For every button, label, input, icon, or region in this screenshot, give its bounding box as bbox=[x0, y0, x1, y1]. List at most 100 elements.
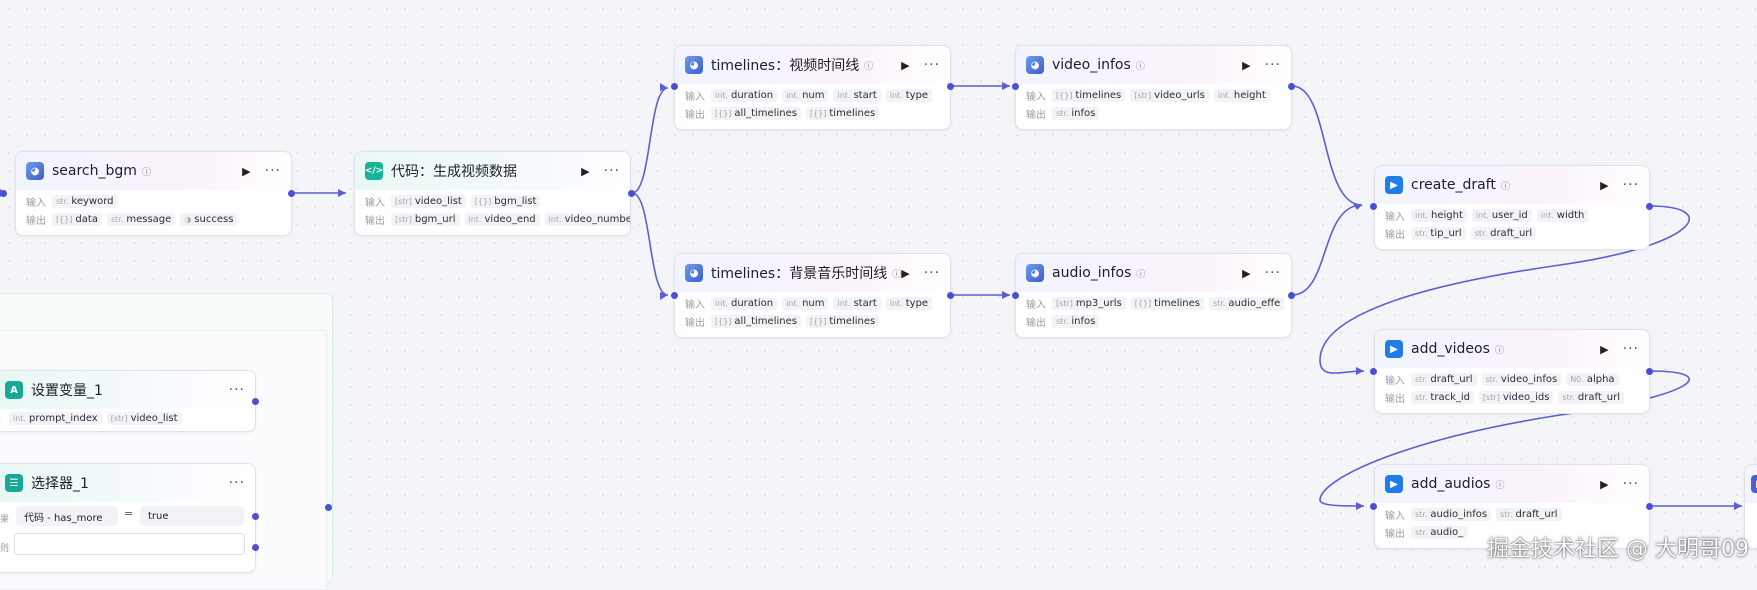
run-button[interactable]: ▶ bbox=[1600, 478, 1608, 491]
param-tag: int. height bbox=[1213, 88, 1270, 102]
edge-code-to-video-timeline bbox=[631, 87, 669, 194]
more-options-button[interactable]: ··· bbox=[1623, 476, 1639, 492]
output-port[interactable] bbox=[947, 83, 954, 90]
run-button[interactable]: ▶ bbox=[901, 267, 909, 280]
run-button[interactable]: ▶ bbox=[242, 165, 250, 178]
param-tag: int. width bbox=[1536, 208, 1589, 222]
param-name: track_id bbox=[1430, 391, 1470, 403]
output-port[interactable] bbox=[1646, 503, 1653, 510]
node-audio-infos[interactable]: ◕ audio_infos ⓘ ▶ ··· 输入 [str] mp3_urls[{}… bbox=[1015, 253, 1292, 338]
output-port[interactable] bbox=[1288, 83, 1295, 90]
input-port[interactable] bbox=[325, 504, 332, 511]
type-badge: int. bbox=[1540, 210, 1554, 220]
output-port[interactable] bbox=[1646, 203, 1653, 210]
else-branch-field[interactable] bbox=[14, 533, 245, 555]
output-port[interactable] bbox=[288, 190, 295, 197]
param-name: prompt_index bbox=[28, 412, 98, 424]
node-set-variable[interactable]: A 设置变量_1 ··· 置 int.prompt_index[str]vide… bbox=[0, 370, 256, 432]
node-create-draft[interactable]: ▶ create_draft ⓘ ▶ ··· 输入 int. height int. u… bbox=[1374, 165, 1650, 250]
node-title: timelines：视频时间线 bbox=[711, 58, 860, 74]
param-tag: [str] mp3_urls bbox=[1052, 296, 1126, 310]
if-label: 果 bbox=[0, 515, 10, 525]
output-port[interactable] bbox=[947, 292, 954, 299]
output-port[interactable] bbox=[628, 190, 635, 197]
input-port[interactable] bbox=[1370, 203, 1377, 210]
more-options-button[interactable]: ··· bbox=[1623, 177, 1639, 193]
more-options-button[interactable]: ··· bbox=[604, 163, 620, 179]
run-button[interactable]: ▶ bbox=[1242, 59, 1250, 72]
run-button[interactable]: ▶ bbox=[901, 59, 909, 72]
input-port[interactable] bbox=[1012, 292, 1019, 299]
run-button[interactable]: ▶ bbox=[1242, 267, 1250, 280]
type-badge: ◑ bbox=[184, 214, 192, 224]
type-badge: [{}] bbox=[809, 108, 827, 118]
output-row: 输出[{}] data str. message ◑ success bbox=[16, 210, 291, 228]
plugin-icon: ◕ bbox=[685, 264, 703, 282]
param-name: alpha bbox=[1586, 373, 1615, 385]
node-timelines-video[interactable]: ◕ timelines：视频时间线 ⓘ ▶ ··· 输入 int. duration… bbox=[674, 45, 951, 130]
param-tag: [str] video_ids bbox=[1478, 390, 1554, 404]
param-tag: N0. alpha bbox=[1566, 372, 1619, 386]
type-badge: str. bbox=[1562, 392, 1575, 402]
workflow-canvas[interactable]: ◕ search_bgm ⓘ ▶ ··· 输入 str. keyword 输出[{}… bbox=[0, 0, 1757, 590]
node-timelines-bgm[interactable]: ◕ timelines：背景音乐时间线 ⓘ ▶ ··· 输入 int. durati… bbox=[674, 253, 951, 338]
param-name: tip_url bbox=[1430, 227, 1462, 239]
param-name: width bbox=[1556, 209, 1585, 221]
more-options-button[interactable]: ··· bbox=[1623, 341, 1639, 357]
input-port[interactable] bbox=[671, 292, 678, 299]
condition-left-operand[interactable]: 代码 - has_more bbox=[16, 506, 118, 526]
param-tag: int. num bbox=[782, 88, 829, 102]
more-options-button[interactable]: ··· bbox=[924, 57, 940, 73]
input-port[interactable] bbox=[1012, 83, 1019, 90]
node-search-bgm[interactable]: ◕ search_bgm ⓘ ▶ ··· 输入 str. keyword 输出[{}… bbox=[15, 151, 292, 236]
output-row: 输出 str. infos bbox=[1016, 104, 1291, 122]
type-badge: int. bbox=[786, 298, 800, 308]
more-options-button[interactable]: ··· bbox=[924, 265, 940, 281]
run-button[interactable]: ▶ bbox=[581, 165, 589, 178]
node-title: timelines：背景音乐时间线 bbox=[711, 266, 888, 282]
param-name: duration bbox=[730, 297, 774, 309]
run-button[interactable]: ▶ bbox=[1600, 179, 1608, 192]
input-port[interactable] bbox=[0, 190, 7, 197]
output-port[interactable] bbox=[252, 398, 259, 405]
output-port[interactable] bbox=[1646, 368, 1653, 375]
output-port[interactable] bbox=[1288, 292, 1295, 299]
param-name: video_number bbox=[564, 213, 630, 225]
input-port[interactable] bbox=[1370, 503, 1377, 510]
param-tag: int. type bbox=[885, 88, 933, 102]
condition-right-operand[interactable]: true bbox=[140, 506, 244, 526]
node-add-videos[interactable]: ▶ add_videos ⓘ ▶ ··· 输入 str. draft_url str.… bbox=[1374, 329, 1650, 414]
output-port[interactable] bbox=[252, 513, 259, 520]
node-title: add_audios bbox=[1411, 476, 1491, 492]
type-badge: int. bbox=[1415, 210, 1428, 220]
node-title: 选择器_1 bbox=[31, 476, 89, 492]
param-name: type bbox=[905, 297, 929, 309]
type-badge: str. bbox=[1415, 374, 1428, 384]
param-name: draft_url bbox=[1430, 373, 1473, 385]
param-tag: [{}] timelines bbox=[1130, 296, 1205, 310]
type-badge: [{}] bbox=[1056, 90, 1073, 100]
param-name: draft_url bbox=[1515, 508, 1558, 520]
input-port[interactable] bbox=[671, 83, 678, 90]
input-port[interactable] bbox=[1370, 368, 1377, 375]
more-options-button[interactable]: ··· bbox=[229, 382, 245, 398]
node-code-generate-video-data[interactable]: </> 代码：生成视频数据 ▶ ··· 输入 [str] video_list[{}… bbox=[354, 151, 631, 236]
more-options-button[interactable]: ··· bbox=[1265, 57, 1281, 73]
else-label: 则 bbox=[0, 544, 10, 554]
type-badge: [str] bbox=[1056, 298, 1073, 308]
edge-video-infos-to-draft bbox=[1291, 85, 1363, 206]
run-button[interactable]: ▶ bbox=[1600, 343, 1608, 356]
param-tag: int. duration bbox=[711, 296, 778, 310]
condition-operator[interactable]: = bbox=[124, 507, 133, 520]
info-badge-icon: ⓘ bbox=[864, 61, 874, 72]
node-title: add_videos bbox=[1411, 341, 1490, 357]
output-port[interactable] bbox=[252, 544, 259, 551]
param-tag: str. infos bbox=[1052, 314, 1100, 328]
more-options-button[interactable]: ··· bbox=[229, 475, 245, 491]
more-options-button[interactable]: ··· bbox=[1265, 265, 1281, 281]
node-video-infos[interactable]: ◕ video_infos ⓘ ▶ ··· 输入[{}] timelines [st… bbox=[1015, 45, 1292, 130]
more-options-button[interactable]: ··· bbox=[265, 163, 281, 179]
type-badge: [{}] bbox=[715, 108, 732, 118]
info-badge-icon: ⓘ bbox=[892, 269, 902, 280]
info-badge-icon: ⓘ bbox=[1495, 480, 1505, 491]
